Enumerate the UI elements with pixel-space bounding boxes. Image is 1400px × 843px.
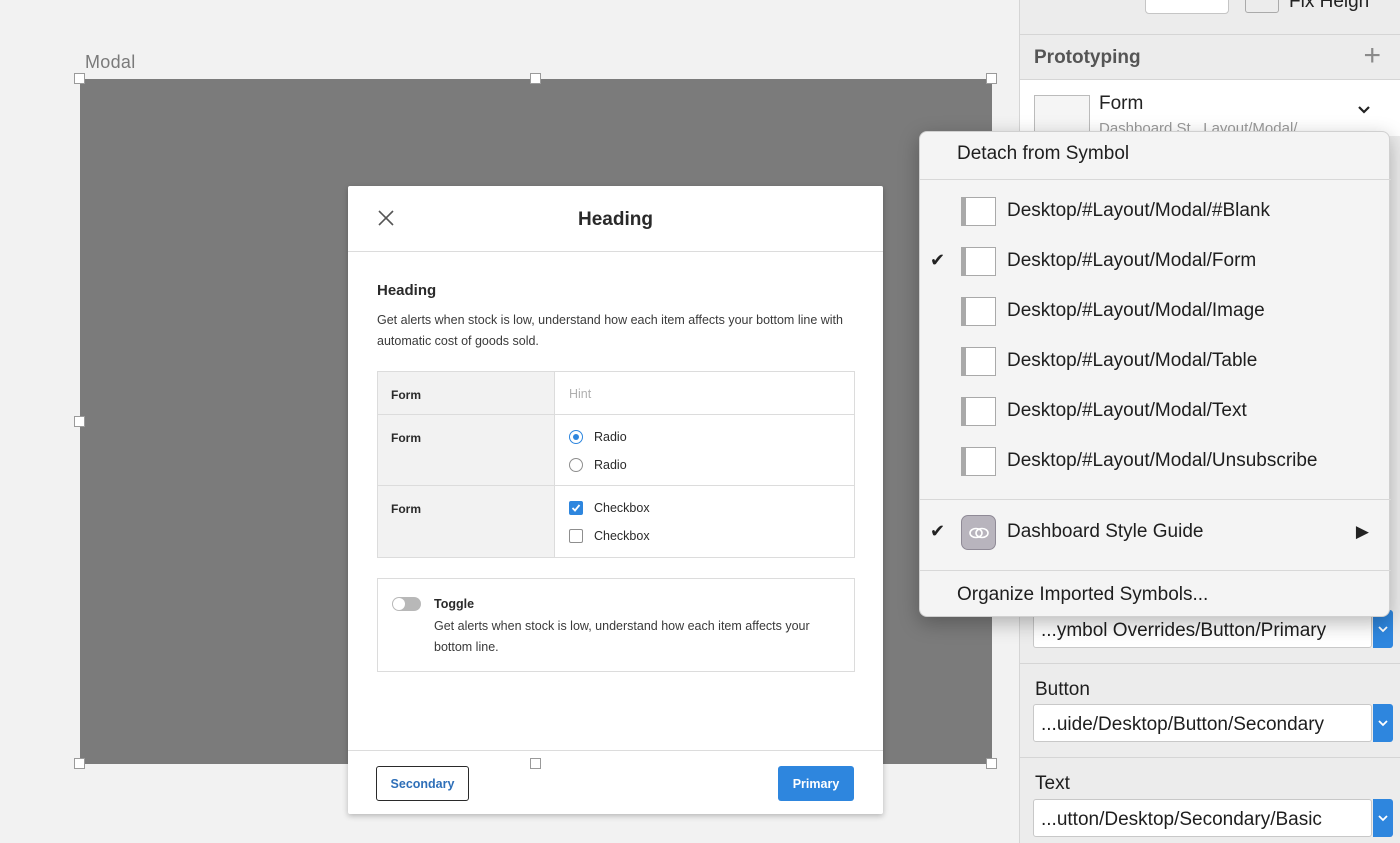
radio-option-1[interactable]: Radio (569, 423, 854, 451)
checkmark-icon: ✔ (930, 250, 946, 270)
modal-dialog: Heading Heading Get alerts when stock is… (348, 186, 883, 814)
section-description: Get alerts when stock is low, understand… (377, 313, 843, 348)
radio-label: Radio (594, 430, 627, 444)
form-row-radio: Form Radio Radio (378, 415, 854, 486)
override-value: ...uide/Desktop/Button/Secondary (1041, 714, 1325, 735)
library-link-icon (961, 515, 996, 550)
resize-handle-left[interactable] (74, 416, 85, 427)
toggle-switch[interactable] (392, 597, 421, 611)
submenu-arrow-icon: ▶ (1355, 522, 1369, 541)
resize-handle-top-right[interactable] (986, 73, 997, 84)
toggle-title: Toggle (434, 597, 475, 611)
checkbox-checked-icon[interactable] (569, 501, 583, 515)
radio-selected-icon[interactable] (569, 430, 583, 444)
text-input[interactable]: Hint (555, 372, 854, 414)
symbol-thumbnail-icon (961, 397, 996, 426)
primary-button[interactable]: Primary (778, 766, 854, 801)
checkmark-icon: ✔ (930, 521, 946, 541)
menu-item-symbol[interactable]: Desktop/#Layout/Modal/Text (920, 389, 1391, 435)
menu-item-library[interactable]: ✔ Dashboard Style Guide ▶ (920, 510, 1391, 556)
radio-label: Radio (594, 458, 627, 472)
fix-height-label: Fix Heigh (1289, 0, 1370, 12)
override-value: ...utton/Desktop/Secondary/Basic (1041, 809, 1322, 830)
override-label-text: Text (1035, 773, 1070, 794)
resize-handle-bottom-left[interactable] (74, 758, 85, 769)
menu-item-label: Organize Imported Symbols... (957, 584, 1209, 605)
symbol-selector[interactable]: Form Dashboard St...Layout/Modal/... (1020, 80, 1400, 137)
fix-height-row: Fix Heigh (1145, 0, 1369, 14)
add-icon[interactable]: + (1363, 41, 1381, 71)
checkbox-option-1[interactable]: Checkbox (569, 494, 854, 522)
form-row-text: Form Hint (378, 372, 854, 415)
modal-footer: Secondary Primary (348, 750, 883, 814)
menu-item-label: Desktop/#Layout/Modal/#Blank (1007, 200, 1270, 221)
menu-item-symbol[interactable]: Desktop/#Layout/Modal/Image (920, 289, 1391, 335)
prototyping-header: Prototyping + (1020, 34, 1400, 80)
form-label: Form (378, 372, 555, 414)
artboard-modal[interactable]: Heading Heading Get alerts when stock is… (80, 79, 992, 814)
symbol-thumbnail-icon (961, 297, 996, 326)
form-row-checkbox: Form Checkbox Checkbox (378, 486, 854, 557)
menu-item-symbol[interactable]: Desktop/#Layout/Modal/#Blank (920, 189, 1391, 235)
divider (1020, 663, 1400, 664)
menu-item-symbol[interactable]: Desktop/#Layout/Modal/Table (920, 339, 1391, 385)
prototyping-title: Prototyping (1034, 47, 1141, 68)
menu-separator (920, 179, 1391, 180)
override-select-text[interactable]: ...utton/Desktop/Secondary/Basic (1033, 799, 1393, 837)
menu-item-organize[interactable]: Organize Imported Symbols... (920, 573, 1391, 619)
resize-handle-bottom-right[interactable] (986, 758, 997, 769)
form-label: Form (378, 486, 555, 557)
radio-unselected-icon[interactable] (569, 458, 583, 472)
secondary-button[interactable]: Secondary (376, 766, 469, 801)
symbol-thumbnail-icon (961, 347, 996, 376)
menu-item-label: Desktop/#Layout/Modal/Text (1007, 400, 1247, 421)
toggle-description: Get alerts when stock is low, understand… (434, 619, 810, 654)
section-heading: Heading (377, 282, 437, 299)
symbol-context-menu: Detach from Symbol Desktop/#Layout/Modal… (919, 131, 1391, 619)
menu-item-symbol[interactable]: Desktop/#Layout/Modal/Unsubscribe (920, 439, 1391, 485)
chevron-down-icon[interactable] (1373, 799, 1393, 837)
radio-option-2[interactable]: Radio (569, 451, 854, 479)
height-field[interactable] (1145, 0, 1229, 14)
form-label: Form (378, 415, 555, 485)
override-label-button: Button (1035, 679, 1090, 700)
artboard-label: Modal (85, 52, 136, 72)
menu-separator (920, 570, 1391, 571)
override-select-button[interactable]: ...uide/Desktop/Button/Secondary (1033, 704, 1393, 742)
checkbox-option-2[interactable]: Checkbox (569, 522, 854, 550)
toggle-card: Toggle Get alerts when stock is low, und… (377, 578, 855, 672)
symbol-thumbnail-icon (961, 197, 996, 226)
menu-item-label: Desktop/#Layout/Modal/Unsubscribe (1007, 450, 1318, 471)
checkbox-label: Checkbox (594, 529, 650, 543)
resize-handle-top-left[interactable] (74, 73, 85, 84)
menu-item-label: Desktop/#Layout/Modal/Form (1007, 250, 1257, 271)
menu-item-label: Dashboard Style Guide (1007, 521, 1204, 542)
checkbox-label: Checkbox (594, 501, 650, 515)
checkbox-unchecked-icon[interactable] (569, 529, 583, 543)
fix-height-icon[interactable] (1245, 0, 1279, 13)
menu-item-label: Detach from Symbol (957, 143, 1130, 164)
menu-item-label: Desktop/#Layout/Modal/Image (1007, 300, 1265, 321)
menu-item-label: Desktop/#Layout/Modal/Table (1007, 350, 1258, 371)
divider (1020, 757, 1400, 758)
menu-item-symbol-selected[interactable]: ✔ Desktop/#Layout/Modal/Form (920, 239, 1391, 285)
resize-handle-top[interactable] (530, 73, 541, 84)
symbol-thumbnail-icon (961, 447, 996, 476)
form-table: Form Hint Form Radio Radio Form Checkbox… (377, 371, 855, 558)
menu-separator (920, 499, 1391, 500)
modal-header: Heading (348, 186, 883, 252)
chevron-down-icon[interactable] (1373, 704, 1393, 742)
resize-handle-bottom[interactable] (530, 758, 541, 769)
modal-title: Heading (578, 209, 653, 230)
chevron-down-icon[interactable] (1357, 102, 1371, 120)
override-value: ...ymbol Overrides/Button/Primary (1041, 620, 1327, 641)
symbol-name: Form (1099, 93, 1144, 114)
symbol-thumbnail-icon (961, 247, 996, 276)
menu-item-detach[interactable]: Detach from Symbol (920, 132, 1391, 178)
